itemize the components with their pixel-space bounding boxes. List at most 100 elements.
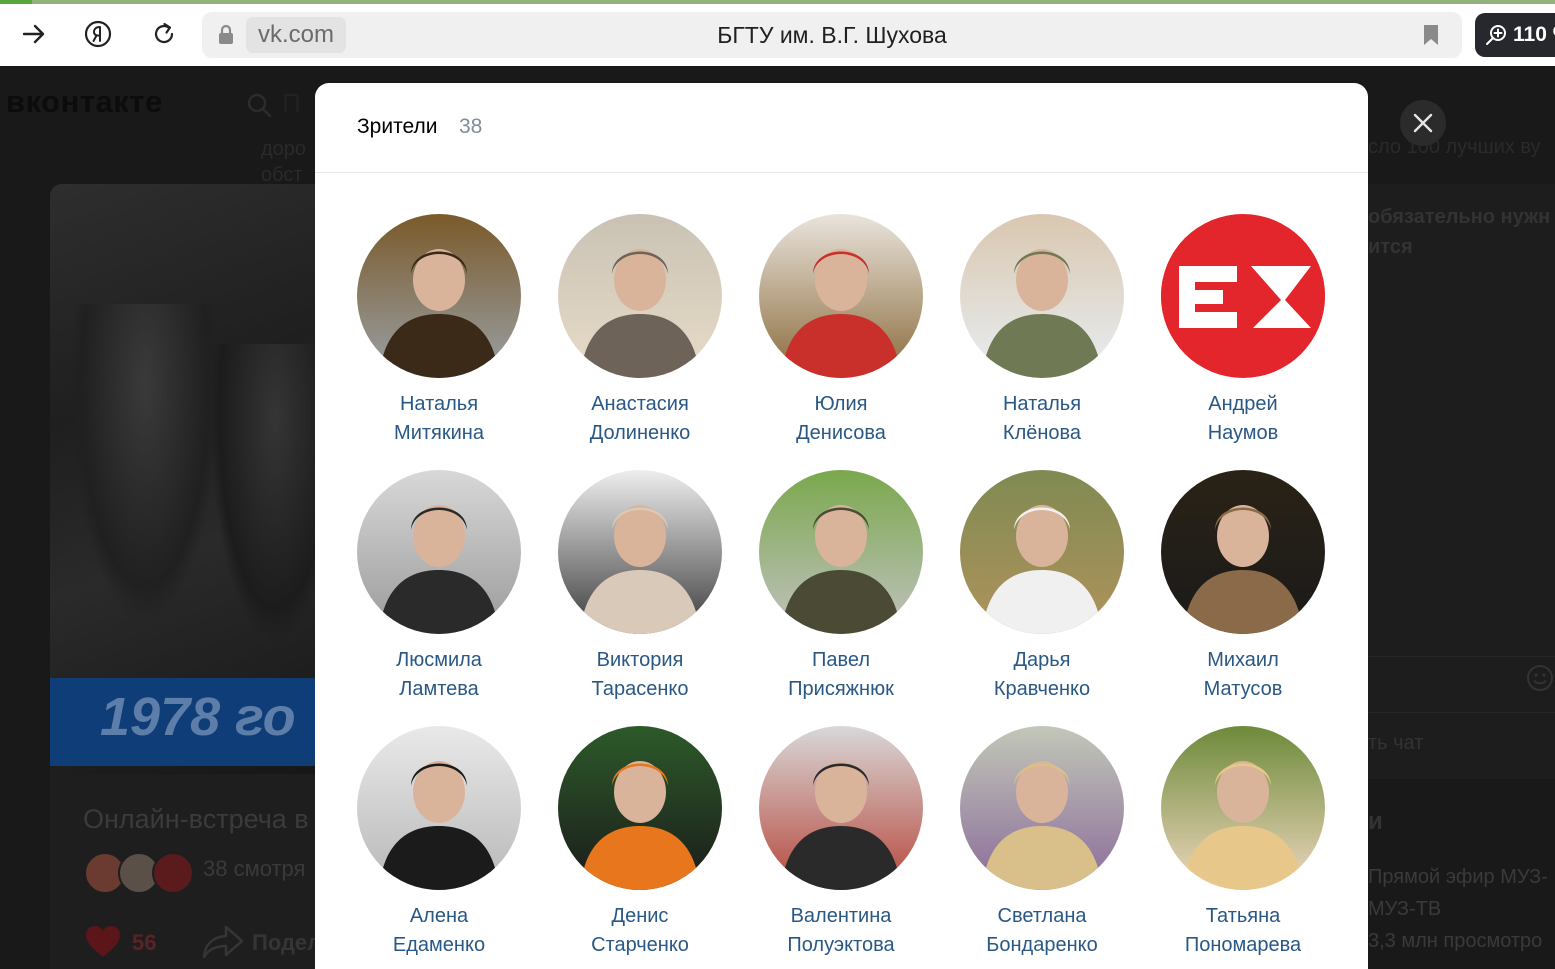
yandex-button[interactable] xyxy=(80,16,116,52)
viewer-name[interactable]: Люсмила Ламтева xyxy=(339,646,539,704)
video-banner: 1978 го xyxy=(50,678,340,766)
chat-footer-text: ть чат xyxy=(1368,732,1424,754)
viewer-avatar[interactable] xyxy=(558,470,722,634)
recommendations-heading: и xyxy=(1368,808,1383,835)
viewer-avatar[interactable] xyxy=(759,726,923,890)
bookmark-icon[interactable] xyxy=(1422,24,1440,46)
search-placeholder: П xyxy=(282,88,301,118)
viewer-first-name[interactable]: Денис xyxy=(540,902,740,931)
viewer-avatar[interactable] xyxy=(960,470,1124,634)
vk-logo: вконтакте xyxy=(6,84,163,119)
viewer-name[interactable]: Наталья Клёнова xyxy=(942,390,1142,448)
avatar-image xyxy=(759,470,923,634)
viewer-first-name[interactable]: Дарья xyxy=(942,646,1142,675)
likes-count: 56 xyxy=(132,930,157,955)
viewer-first-name[interactable]: Виктория xyxy=(540,646,740,675)
video-card: 1978 го Онлайн-встреча в 38 смотря 56 По… xyxy=(50,184,340,969)
viewer-name[interactable]: Виктория Тарасенко xyxy=(540,646,740,704)
viewer-name[interactable]: Татьяна Пономарева xyxy=(1143,902,1343,960)
viewer-last-name[interactable]: Старченко xyxy=(540,931,740,960)
viewer-name[interactable]: Анастасия Долиненко xyxy=(540,390,740,448)
viewer-last-name[interactable]: Наумов xyxy=(1143,419,1343,448)
viewer-avatar[interactable] xyxy=(759,470,923,634)
lock-icon xyxy=(219,24,233,44)
viewer-name[interactable]: Юлия Денисова xyxy=(741,390,941,448)
viewer-last-name[interactable]: Долиненко xyxy=(540,419,740,448)
viewer-first-name[interactable]: Павел xyxy=(741,646,941,675)
viewer-first-name[interactable]: Валентина xyxy=(741,902,941,931)
viewer-first-name[interactable]: Андрей xyxy=(1143,390,1343,419)
viewer-last-name[interactable]: Митякина xyxy=(339,419,539,448)
viewer-avatar[interactable] xyxy=(1161,470,1325,634)
viewer-last-name[interactable]: Пономарева xyxy=(1143,931,1343,960)
viewer-name[interactable]: Павел Присяжнюк xyxy=(741,646,941,704)
viewer-first-name[interactable]: Михаил xyxy=(1143,646,1343,675)
loading-progress-bar xyxy=(0,0,1555,4)
viewer-last-name[interactable]: Клёнова xyxy=(942,419,1142,448)
viewer-last-name[interactable]: Полуэктова xyxy=(741,931,941,960)
video-viewers-count: 38 смотря xyxy=(203,856,306,881)
viewer-name[interactable]: Андрей Наумов xyxy=(1143,390,1343,448)
heart-icon xyxy=(86,926,120,957)
zoom-indicator[interactable]: 110 % xyxy=(1475,13,1555,57)
viewer-last-name[interactable]: Матусов xyxy=(1143,675,1343,704)
viewer-name[interactable]: Дарья Кравченко xyxy=(942,646,1142,704)
viewer-name[interactable]: Денис Старченко xyxy=(540,902,740,960)
viewer-last-name[interactable]: Денисова xyxy=(741,419,941,448)
emoji-icon xyxy=(1527,665,1553,691)
close-modal-button[interactable] xyxy=(1400,100,1446,146)
viewer-first-name[interactable]: Наталья xyxy=(339,390,539,419)
avatar-image xyxy=(960,726,1124,890)
viewer-avatar[interactable] xyxy=(357,214,521,378)
mini-avatar xyxy=(152,852,194,894)
right-top-text: сло 100 лучших ву xyxy=(1368,136,1541,158)
viewer-avatar[interactable] xyxy=(1161,214,1325,378)
viewer-first-name[interactable]: Светлана xyxy=(942,902,1142,931)
zoom-level: 110 % xyxy=(1513,23,1555,46)
avatar-image xyxy=(558,470,722,634)
viewer-name[interactable]: Алена Едаменко xyxy=(339,902,539,960)
right-column: сло 100 лучших ву обязательно нужн ится … xyxy=(1368,66,1555,969)
viewer-name[interactable]: Наталья Митякина xyxy=(339,390,539,448)
viewer-name[interactable]: Валентина Полуэктова xyxy=(741,902,941,960)
viewer-last-name[interactable]: Кравченко xyxy=(942,675,1142,704)
viewer-first-name[interactable]: Юлия xyxy=(741,390,941,419)
viewer-last-name[interactable]: Едаменко xyxy=(339,931,539,960)
avatar-image xyxy=(1161,214,1325,378)
domain-label[interactable]: vk.com xyxy=(246,17,347,53)
viewer-avatar[interactable] xyxy=(960,726,1124,890)
reload-button[interactable] xyxy=(146,16,182,52)
reload-icon xyxy=(154,22,174,44)
viewer-avatar[interactable] xyxy=(759,214,923,378)
viewer-avatar[interactable] xyxy=(1161,726,1325,890)
viewer-avatars-stack xyxy=(84,852,194,894)
viewer-first-name[interactable]: Люсмила xyxy=(339,646,539,675)
viewer-first-name[interactable]: Алена xyxy=(339,902,539,931)
post-text-fragment: доро обст xyxy=(261,136,306,188)
share-label: Подел xyxy=(252,930,322,955)
viewer-avatar[interactable] xyxy=(357,470,521,634)
viewer-first-name[interactable]: Наталья xyxy=(942,390,1142,419)
viewer-avatar[interactable] xyxy=(558,214,722,378)
viewer-name[interactable]: Михаил Матусов xyxy=(1143,646,1343,704)
close-icon xyxy=(1413,113,1433,133)
viewer-avatar[interactable] xyxy=(960,214,1124,378)
avatar-image xyxy=(960,470,1124,634)
avatar-image xyxy=(1161,470,1325,634)
viewer-last-name[interactable]: Тарасенко xyxy=(540,675,740,704)
viewer-last-name[interactable]: Присяжнюк xyxy=(741,675,941,704)
viewer-avatar[interactable] xyxy=(357,726,521,890)
viewer-first-name[interactable]: Анастасия xyxy=(540,390,740,419)
viewer-last-name[interactable]: Ламтева xyxy=(339,675,539,704)
viewer-last-name[interactable]: Бондаренко xyxy=(942,931,1142,960)
video-frame: 1978 го xyxy=(50,184,340,774)
video-person-1 xyxy=(70,304,220,624)
zoom-in-icon xyxy=(1486,25,1506,45)
viewer-first-name[interactable]: Татьяна xyxy=(1143,902,1343,931)
viewer-name[interactable]: Светлана Бондаренко xyxy=(942,902,1142,960)
viewer-avatar[interactable] xyxy=(558,726,722,890)
forward-button[interactable] xyxy=(16,16,52,52)
video-title: Онлайн-встреча в xyxy=(83,804,309,834)
recommended-video-info: Прямой эфир МУЗ- МУЗ-ТВ 3,3 млн просмотр… xyxy=(1368,861,1548,957)
address-bar[interactable]: vk.com БГТУ им. В.Г. Шухова xyxy=(202,12,1462,58)
